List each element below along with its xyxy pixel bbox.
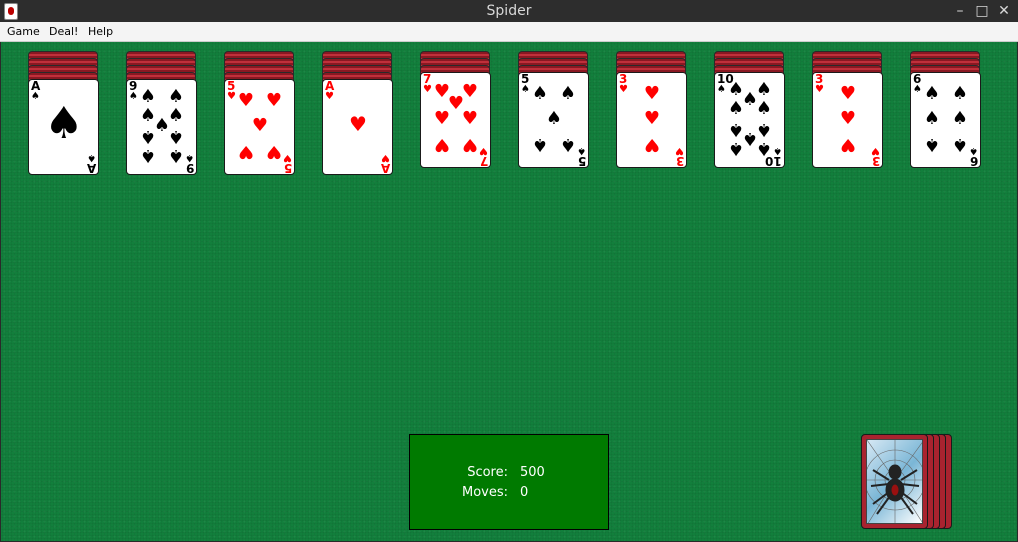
card-suit-icon: ♠ — [717, 84, 726, 95]
spade-icon: ♠ — [559, 134, 577, 155]
face-up-card[interactable]: 3 ♥ 3 ♥ ♥ ♥ ♥ — [812, 72, 883, 168]
spade-icon: ♠ — [727, 98, 745, 119]
menu-game[interactable]: Game — [7, 25, 40, 38]
spade-icon: ♠ — [923, 134, 941, 155]
spade-icon: ♠ — [951, 134, 969, 155]
spider-icon — [867, 440, 922, 523]
card-rank: A — [86, 161, 96, 175]
menu-deal[interactable]: Deal! — [49, 25, 78, 38]
menu-help[interactable]: Help — [88, 25, 113, 38]
heart-icon: ♥ — [237, 90, 255, 111]
card-suit-icon: ♥ — [381, 152, 390, 163]
face-up-card[interactable]: 5 ♥ 5 ♥ ♥ ♥ ♥ ♥ ♥ — [224, 79, 295, 175]
heart-icon: ♥ — [265, 90, 283, 111]
spade-icon: ♠ — [139, 126, 157, 147]
spider-web-icon — [866, 439, 923, 524]
heart-icon: ♥ — [839, 83, 857, 104]
card-suit-icon: ♠ — [185, 152, 194, 163]
spade-icon: ♠ — [44, 98, 84, 149]
card-suit-icon: ♥ — [815, 84, 824, 95]
moves-label: Moves: — [461, 485, 508, 500]
title-bar[interactable]: Spider – □ ✕ — [0, 0, 1018, 22]
spade-icon: ♠ — [531, 83, 549, 104]
spade-icon: ♠ — [531, 134, 549, 155]
card-suit-icon: ♥ — [871, 145, 880, 156]
spade-icon: ♠ — [951, 83, 969, 104]
heart-icon: ♥ — [237, 141, 255, 162]
face-up-card[interactable]: 6 ♠ 6 ♠ ♠ ♠ ♠ ♠ ♠ ♠ — [910, 72, 981, 168]
card-rank: 3 — [871, 154, 880, 168]
spade-icon: ♠ — [951, 108, 969, 129]
spade-icon: ♠ — [167, 145, 185, 166]
spade-icon: ♠ — [755, 98, 773, 119]
card-suit-icon: ♠ — [129, 91, 138, 102]
heart-icon: ♥ — [461, 134, 479, 155]
close-button[interactable]: ✕ — [996, 3, 1012, 19]
spade-icon: ♠ — [167, 126, 185, 147]
maximize-button[interactable]: □ — [974, 3, 990, 19]
card-suit-icon: ♥ — [283, 152, 292, 163]
card-suit-icon: ♠ — [87, 152, 96, 163]
face-up-card[interactable]: 5 ♠ 5 ♠ ♠ ♠ ♠ ♠ ♠ — [518, 72, 589, 168]
card-suit-icon: ♥ — [479, 145, 488, 156]
spider-window: Spider – □ ✕ Game Deal! Help A ♠ A ♠ ♠ 9 ♠ 9 ♠ ♠ ♠… — [0, 0, 1018, 542]
face-up-card[interactable]: 7 ♥ 7 ♥ ♥ ♥ ♥ ♥ ♥ ♥ ♥ — [420, 72, 491, 168]
face-up-card[interactable]: 9 ♠ 9 ♠ ♠ ♠ ♠ ♠ ♠ ♠ ♠ ♠ ♠ — [126, 79, 197, 175]
spade-icon: ♠ — [139, 86, 157, 107]
heart-icon: ♥ — [643, 108, 661, 129]
card-suit-icon: ♥ — [619, 84, 628, 95]
card-suit-icon: ♠ — [969, 145, 978, 156]
heart-icon: ♥ — [461, 108, 479, 129]
card-suit-icon: ♠ — [31, 91, 40, 102]
card-rank: 3 — [675, 154, 684, 168]
face-up-card[interactable]: 3 ♥ 3 ♥ ♥ ♥ ♥ — [616, 72, 687, 168]
score-panel[interactable]: Score: 500 Moves: 0 — [409, 434, 609, 530]
window-title: Spider — [486, 3, 532, 19]
heart-icon: ♥ — [265, 141, 283, 162]
card-suit-icon: ♠ — [521, 84, 530, 95]
card-rank: 6 — [969, 154, 978, 168]
spade-icon: ♠ — [139, 145, 157, 166]
card-rank: 7 — [479, 154, 488, 168]
card-rank: 9 — [185, 161, 194, 175]
spade-icon: ♠ — [923, 108, 941, 129]
heart-icon: ♥ — [643, 134, 661, 155]
card-suit-icon: ♥ — [423, 84, 432, 95]
card-rank: A — [380, 161, 390, 175]
heart-icon: ♥ — [643, 83, 661, 104]
score-label: Score: — [467, 465, 508, 480]
spade-icon: ♠ — [167, 86, 185, 107]
game-table[interactable]: A ♠ A ♠ ♠ 9 ♠ 9 ♠ ♠ ♠ ♠ ♠ ♠ ♠ ♠ ♠ ♠ 5 ♥ 5 ♥ ♥ ♥ ♥ ♥ ♥ A ♥ A ♥ ♥ 7 ♥ 7 ♥ ♥ ♥ ♥ ♥… — [1, 42, 1017, 541]
card-rank: 5 — [283, 161, 292, 175]
moves-value: 0 — [520, 485, 529, 500]
minimize-button[interactable]: – — [952, 3, 968, 19]
face-up-card[interactable]: 10 ♠ 10 ♠ ♠ ♠ ♠ ♠ ♠ ♠ ♠ ♠ ♠ ♠ — [714, 72, 785, 168]
face-up-card[interactable]: A ♠ A ♠ ♠ — [28, 79, 99, 175]
card-rank: 5 — [577, 154, 586, 168]
spade-icon: ♠ — [923, 83, 941, 104]
card-suit-icon: ♠ — [577, 145, 586, 156]
spade-icon: ♠ — [559, 83, 577, 104]
face-up-card[interactable]: A ♥ A ♥ ♥ — [322, 79, 393, 175]
heart-icon: ♥ — [349, 112, 367, 136]
menu-bar: Game Deal! Help — [0, 22, 1018, 42]
card-suit-icon: ♥ — [227, 91, 236, 102]
heart-icon: ♥ — [839, 108, 857, 129]
spade-icon: ♠ — [545, 108, 563, 129]
heart-icon: ♥ — [433, 108, 451, 129]
score-value: 500 — [520, 465, 545, 480]
card-suit-icon: ♥ — [675, 145, 684, 156]
spade-icon: ♠ — [755, 138, 773, 159]
stock-card[interactable] — [861, 434, 928, 529]
card-suit-icon: ♥ — [325, 91, 334, 102]
heart-icon: ♥ — [251, 115, 269, 136]
card-suit-icon: ♠ — [773, 145, 782, 156]
heart-icon: ♥ — [433, 134, 451, 155]
spade-icon: ♠ — [727, 138, 745, 159]
card-suit-icon: ♠ — [913, 84, 922, 95]
heart-icon: ♥ — [839, 134, 857, 155]
